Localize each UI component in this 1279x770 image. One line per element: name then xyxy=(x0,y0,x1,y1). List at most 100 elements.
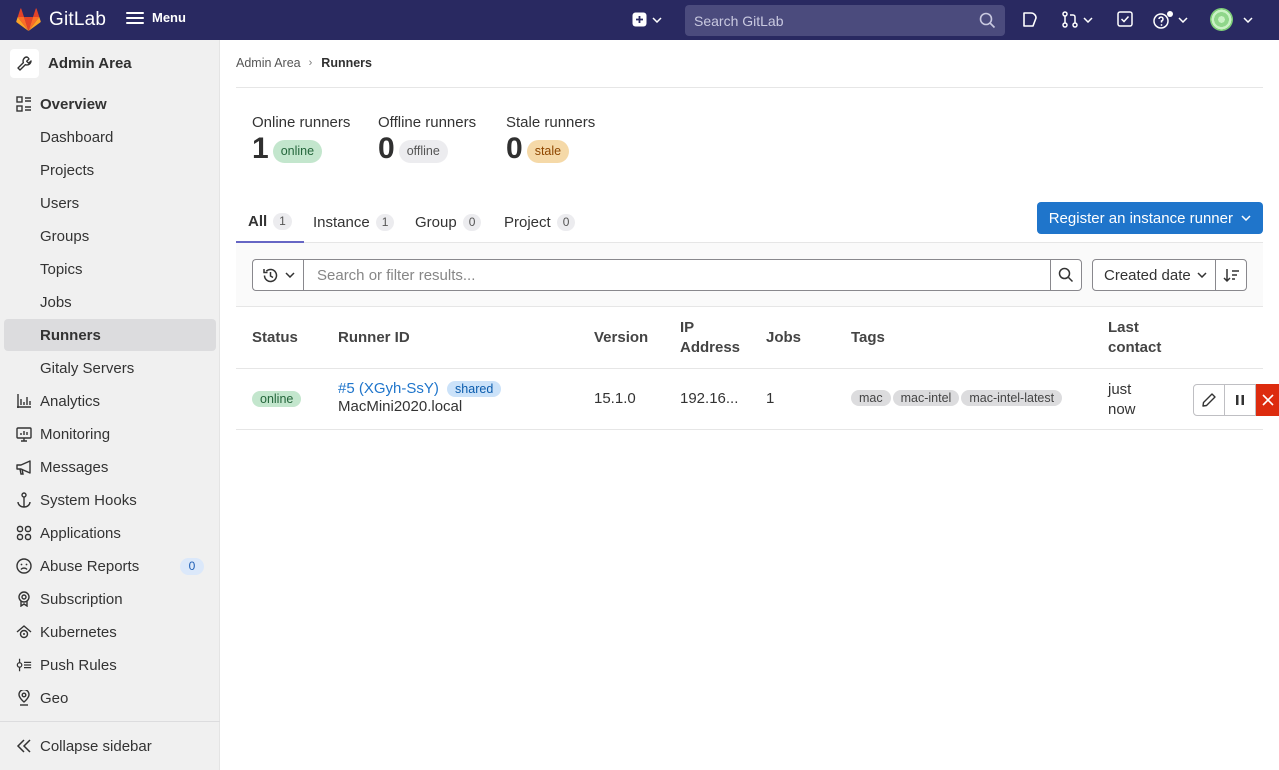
recent-searches-dropdown[interactable] xyxy=(252,259,304,291)
stat-label: Offline runners xyxy=(378,114,477,131)
stat-offline-runners: Offline runners 0 offline xyxy=(378,114,476,166)
tag-badge: mac-intel-latest xyxy=(961,390,1063,406)
sidebar-item-push-rules[interactable]: Push Rules xyxy=(4,649,216,681)
sidebar-item-label: Geo xyxy=(40,689,69,707)
sidebar-item-label: Subscription xyxy=(40,590,123,608)
search-placeholder: Search GitLab xyxy=(694,12,784,29)
sidebar-item-runners[interactable]: Runners xyxy=(4,319,216,351)
merge-requests-dropdown[interactable] xyxy=(1062,11,1093,28)
megaphone-icon xyxy=(16,459,32,475)
register-instance-runner-button[interactable]: Register an instance runner xyxy=(1036,202,1263,234)
stat-label: Stale runners xyxy=(506,114,596,131)
filter-search-input[interactable]: Search or filter results... xyxy=(303,259,1051,291)
pencil-icon xyxy=(1202,393,1216,407)
sidebar-item-label: Dashboard xyxy=(40,128,114,146)
th-ip-address[interactable]: IP Address xyxy=(680,318,740,358)
search-button[interactable] xyxy=(1050,259,1082,291)
breadcrumb-admin-area[interactable]: Admin Area xyxy=(236,56,301,70)
sidebar-item-label: Topics xyxy=(40,260,83,278)
sidebar-item-geo[interactable]: Geo xyxy=(4,682,216,714)
sidebar-item-topics[interactable]: Topics xyxy=(4,253,216,285)
todos-button[interactable] xyxy=(1117,11,1133,27)
global-search-input[interactable]: Search GitLab xyxy=(685,5,1005,36)
edit-runner-button[interactable] xyxy=(1193,384,1225,416)
sidebar-context-header[interactable]: Admin Area xyxy=(10,49,132,78)
sidebar-item-projects[interactable]: Projects xyxy=(4,154,216,186)
sidebar-item-label: Messages xyxy=(40,458,109,476)
breadcrumb-current[interactable]: Runners xyxy=(321,56,372,70)
chevron-down-icon xyxy=(1178,17,1188,23)
sidebar-item-jobs[interactable]: Jobs xyxy=(4,286,216,318)
sidebar-item-label: Applications xyxy=(40,524,121,542)
ip-address-cell: 192.16... xyxy=(680,390,739,407)
sidebar-item-dashboard[interactable]: Dashboard xyxy=(4,121,216,153)
merge-request-icon xyxy=(1062,11,1078,28)
tab-group[interactable]: Group 0 xyxy=(403,202,493,243)
tab-count: 0 xyxy=(462,214,482,231)
new-dropdown[interactable] xyxy=(632,12,662,27)
jobs-cell[interactable]: 1 xyxy=(766,390,774,407)
sidebar-item-label: Kubernetes xyxy=(40,623,117,641)
user-avatar xyxy=(1210,8,1233,31)
sidebar-item-overview[interactable]: Overview xyxy=(4,88,216,120)
sort-lowest-icon xyxy=(1222,268,1239,282)
sidebar-item-kubernetes[interactable]: Kubernetes xyxy=(4,616,216,648)
sidebar-item-users[interactable]: Users xyxy=(4,187,216,219)
register-button-label: Register an instance runner xyxy=(1048,209,1233,227)
collapse-sidebar-label: Collapse sidebar xyxy=(40,737,152,755)
sidebar-item-analytics[interactable]: Analytics xyxy=(4,385,216,417)
stale-badge: stale xyxy=(526,139,570,163)
th-tags[interactable]: Tags xyxy=(851,328,885,348)
delete-runner-button[interactable] xyxy=(1256,384,1279,416)
slight-frown-icon xyxy=(16,558,32,574)
sidebar-item-gitaly-servers[interactable]: Gitaly Servers xyxy=(4,352,216,384)
tab-label: Instance xyxy=(313,214,370,231)
th-ip-line1: IP xyxy=(680,319,695,336)
sidebar-item-label: Gitaly Servers xyxy=(40,359,135,377)
tab-instance[interactable]: Instance 1 xyxy=(301,202,406,243)
tab-count: 1 xyxy=(273,213,292,230)
tab-label: Project xyxy=(504,214,551,231)
gitlab-logo-link[interactable]: GitLab xyxy=(16,8,106,32)
question-icon xyxy=(1153,11,1173,29)
status-cell: online xyxy=(252,390,302,407)
pause-runner-button[interactable] xyxy=(1225,384,1256,416)
search-icon xyxy=(979,12,996,29)
collapse-sidebar-button[interactable]: Collapse sidebar xyxy=(4,730,216,762)
tab-label: All xyxy=(248,213,268,230)
th-runner-id[interactable]: Runner ID xyxy=(338,328,410,348)
abuse-reports-count-badge: 0 xyxy=(180,558,204,575)
chevron-right-icon: › xyxy=(308,57,313,69)
cloud-gear-icon xyxy=(16,624,32,640)
th-ip-line2: Address xyxy=(680,339,741,356)
sidebar-item-applications[interactable]: Applications xyxy=(4,517,216,549)
th-last-contact[interactable]: Last contact xyxy=(1108,318,1161,358)
brand-name: GitLab xyxy=(49,9,107,30)
sidebar-item-subscription[interactable]: Subscription xyxy=(4,583,216,615)
sidebar-item-abuse-reports[interactable]: Abuse Reports 0 xyxy=(4,550,216,582)
th-jobs[interactable]: Jobs xyxy=(766,328,801,348)
sidebar-item-monitoring[interactable]: Monitoring xyxy=(4,418,216,450)
chevron-down-icon xyxy=(1241,215,1251,221)
th-status[interactable]: Status xyxy=(252,328,298,348)
anchor-icon xyxy=(16,492,32,508)
issues-button[interactable] xyxy=(1022,11,1039,28)
tab-project[interactable]: Project 0 xyxy=(492,202,587,243)
runner-link[interactable]: #5 (XGyh-SsY) xyxy=(338,380,439,397)
sidebar-item-system-hooks[interactable]: System Hooks xyxy=(4,484,216,516)
user-menu-dropdown[interactable] xyxy=(1210,8,1253,31)
version-cell: 15.1.0 xyxy=(594,390,636,407)
help-dropdown[interactable] xyxy=(1153,11,1188,29)
sort-direction-button[interactable] xyxy=(1215,259,1247,291)
menu-button[interactable]: Menu xyxy=(126,10,186,25)
sidebar-item-groups[interactable]: Groups xyxy=(4,220,216,252)
stat-label: Online runners xyxy=(252,114,351,131)
th-version[interactable]: Version xyxy=(594,328,648,348)
tag-badge: mac xyxy=(851,390,891,406)
tab-all[interactable]: All 1 xyxy=(236,202,304,243)
sidebar-item-messages[interactable]: Messages xyxy=(4,451,216,483)
sidebar-item-label: Jobs xyxy=(40,293,72,311)
last-contact-line2: now xyxy=(1108,401,1136,418)
th-last-contact-line1: Last xyxy=(1108,319,1139,336)
sort-by-dropdown[interactable]: Created date xyxy=(1092,259,1216,291)
